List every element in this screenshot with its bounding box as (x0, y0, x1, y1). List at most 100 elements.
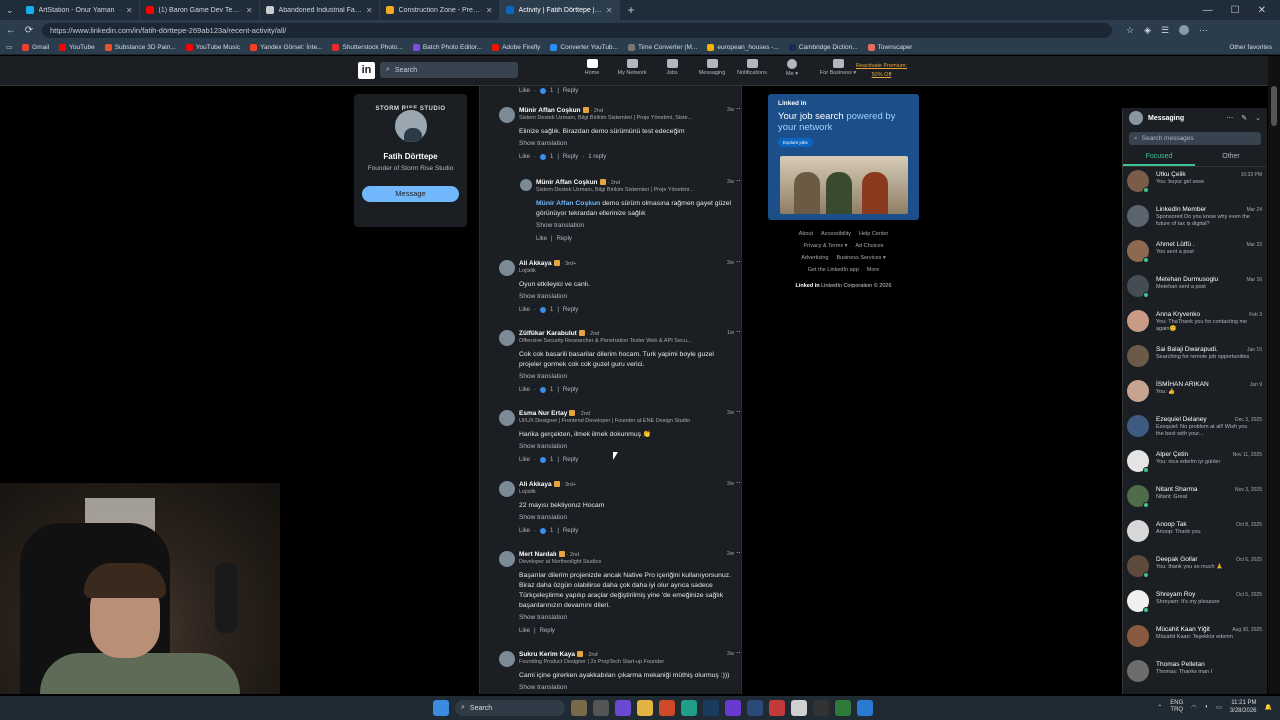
comment-more-icon[interactable]: ⋯ (736, 408, 741, 416)
unreal-icon[interactable] (813, 700, 829, 716)
browser-tab[interactable]: (1) Baron Game Dev Teaser 2 - Yo ✕ (140, 0, 260, 20)
edge-icon[interactable] (681, 700, 697, 716)
commenter-name[interactable]: Ali Akkaya · 3rd+ (519, 260, 734, 267)
conversation-item[interactable]: Utku Çelik 10:33 PM You: buyur gel sese (1123, 167, 1267, 202)
notification-bell-icon[interactable]: 🔔 (1265, 704, 1272, 711)
tab-other[interactable]: Other (1195, 149, 1267, 166)
commenter-avatar[interactable] (499, 330, 515, 346)
favorites-icon[interactable]: ☰ (1161, 25, 1169, 36)
nav-item-jobs[interactable]: Jobs (652, 59, 692, 77)
app-blue-icon[interactable] (747, 700, 763, 716)
show-translation-link[interactable]: Show translation (519, 684, 734, 691)
clock[interactable]: 11:21 PM 3/28/2026 (1230, 699, 1257, 715)
bookmark-item[interactable]: Substance 3D Pain... (104, 43, 176, 51)
show-translation-link[interactable]: Show translation (519, 373, 734, 380)
conversation-item[interactable]: İSMİHAN ARIKAN Jan 9 You: 👍 (1123, 377, 1267, 412)
messages-search-input[interactable]: ⌕ Search messages (1129, 132, 1261, 145)
scrollbar-thumb[interactable] (1271, 86, 1277, 126)
reactivate-premium-link[interactable]: Reactivate Premium: 50% Off (856, 62, 907, 80)
nav-item-me-avatar[interactable]: Me ▾ (772, 59, 812, 77)
nav-item-notifications[interactable]: Notifications (732, 59, 772, 77)
close-window-icon[interactable]: ✕ (1258, 5, 1266, 16)
bookmark-item[interactable]: Gmail (22, 43, 49, 51)
show-translation-link[interactable]: Show translation (519, 140, 734, 147)
conversation-item[interactable]: Nitant Sharma Nov 3, 2025 Nitant: Great (1123, 482, 1267, 517)
conversation-item[interactable]: Anoop Tak Oct 8, 2025 Anoop: Thank you (1123, 517, 1267, 552)
reply-button[interactable]: Reply (540, 628, 555, 634)
reply-button[interactable]: Reply (563, 457, 578, 463)
commenter-avatar[interactable] (520, 179, 532, 191)
commenter-name[interactable]: Ali Akkaya · 3rd+ (519, 481, 734, 488)
nav-item-grid[interactable]: For Business ▾ (818, 59, 858, 77)
bookmark-item[interactable]: Adobe Firefly (492, 43, 540, 51)
bookmarks-folder-icon[interactable]: ▭ (6, 43, 12, 51)
reload-icon[interactable]: ⟳ (24, 25, 34, 36)
commenter-name[interactable]: Münir Affan Coşkun · 2nd (536, 179, 736, 186)
messaging-header[interactable]: Messaging ⋯ ✎ ⌄ (1123, 108, 1267, 128)
nav-item-my-network[interactable]: My Network (612, 59, 652, 77)
reply-button[interactable]: Reply (557, 236, 572, 242)
comment-more-icon[interactable]: ⋯ (736, 549, 741, 557)
footer-link[interactable]: Advertising (801, 255, 828, 261)
chevron-down-icon[interactable]: ⌄ (1255, 114, 1261, 122)
footer-link[interactable]: Accessibility (821, 231, 851, 237)
browser-tab[interactable]: ArtStation - Onur Yaman ✕ (20, 0, 140, 20)
like-button[interactable]: Like (536, 236, 547, 242)
conversation-item[interactable]: LinkedIn Member Mar 24 Sponsored Do you kn… (1123, 202, 1267, 237)
footer-link[interactable]: Privacy & Terms ▾ (803, 243, 847, 249)
file-explorer-icon[interactable] (637, 700, 653, 716)
nav-item-messaging[interactable]: Messaging (692, 59, 732, 77)
commenter-avatar[interactable] (499, 651, 515, 667)
back-icon[interactable]: ← (6, 25, 16, 36)
bookmark-item[interactable]: Cambridge Diction... (788, 43, 858, 51)
conversation-item[interactable]: Shreyam Roy Oct 5, 2025 Shreyam: It's my p… (1123, 587, 1267, 622)
replies-count-link[interactable]: 1 reply (588, 154, 606, 160)
commenter-avatar[interactable] (499, 260, 515, 276)
volume-icon[interactable]: ◖ (1205, 704, 1209, 710)
bookmark-item[interactable]: Converter YouTub... (550, 43, 618, 51)
chrome-icon[interactable] (791, 700, 807, 716)
job-search-ad[interactable]: Linked in Your job search powered by your… (768, 94, 919, 220)
linkedin-search-input[interactable]: ⌕ Search (380, 62, 518, 78)
app-z-icon[interactable] (659, 700, 675, 716)
comment-more-icon[interactable]: ⋯ (736, 479, 741, 487)
comment-mention[interactable]: Münir Affan Coşkun (536, 200, 600, 207)
like-button[interactable]: Like (519, 88, 530, 94)
footer-link[interactable]: About (799, 231, 813, 237)
commenter-avatar[interactable] (499, 410, 515, 426)
conversation-item[interactable]: Thomas Pelletan Thomas: Thanks man I (1123, 657, 1267, 692)
app-purple-icon[interactable] (725, 700, 741, 716)
conversation-item[interactable]: Metehan Durmusoglu Mar 16 Metehan sent a p… (1123, 272, 1267, 307)
page-scrollbar[interactable] (1268, 56, 1280, 694)
close-icon[interactable]: ✕ (246, 6, 253, 15)
commenter-name[interactable]: Mert Nardalı · 2nd (519, 551, 734, 558)
like-button[interactable]: Like (519, 628, 530, 634)
footer-link[interactable]: Get the LinkedIn app (808, 267, 859, 273)
wifi-icon[interactable]: ◠ (1191, 704, 1196, 711)
profile-name[interactable]: Fatih Dörttepe (354, 152, 467, 161)
discord-icon[interactable] (615, 700, 631, 716)
conversation-item[interactable]: Ezequiel Delaney Dec 3, 2025 Ezequiel: No … (1123, 412, 1267, 447)
linkedin-logo[interactable]: in (358, 62, 375, 79)
like-button[interactable]: Like (519, 307, 530, 313)
chevron-up-icon[interactable]: ⌃ (1157, 704, 1162, 711)
comment-more-icon[interactable]: ⋯ (736, 258, 741, 266)
bookmark-item[interactable]: Batch Photo Editor... (412, 43, 482, 51)
conversation-item[interactable]: Deepak Gollar Oct 6, 2025 You: thank you s… (1123, 552, 1267, 587)
commenter-name[interactable]: Esma Nur Ertay · 2nd (519, 410, 734, 417)
commenter-name[interactable]: Zülfükar Karabulut · 2nd (519, 330, 734, 337)
footer-link[interactable]: More (867, 267, 880, 273)
like-button[interactable]: Like (519, 457, 530, 463)
footer-link[interactable]: Help Center (859, 231, 888, 237)
other-favorites[interactable]: Other favorites (1229, 44, 1280, 51)
app-green-icon[interactable] (835, 700, 851, 716)
conversation-item[interactable]: Alper Çetin Nov 11, 2025 You: nica ederim … (1123, 447, 1267, 482)
bookmark-item[interactable]: Townscaper (867, 43, 912, 51)
bookmark-item[interactable]: Time Converter (M... (627, 43, 697, 51)
show-translation-link[interactable]: Show translation (519, 443, 734, 450)
profile-avatar[interactable] (1179, 24, 1190, 35)
app-red-icon[interactable] (769, 700, 785, 716)
url-input[interactable]: https://www.linkedin.com/in/fatih-dörtte… (42, 22, 1112, 38)
show-translation-link[interactable]: Show translation (519, 614, 734, 621)
widgets-icon[interactable] (571, 700, 587, 716)
